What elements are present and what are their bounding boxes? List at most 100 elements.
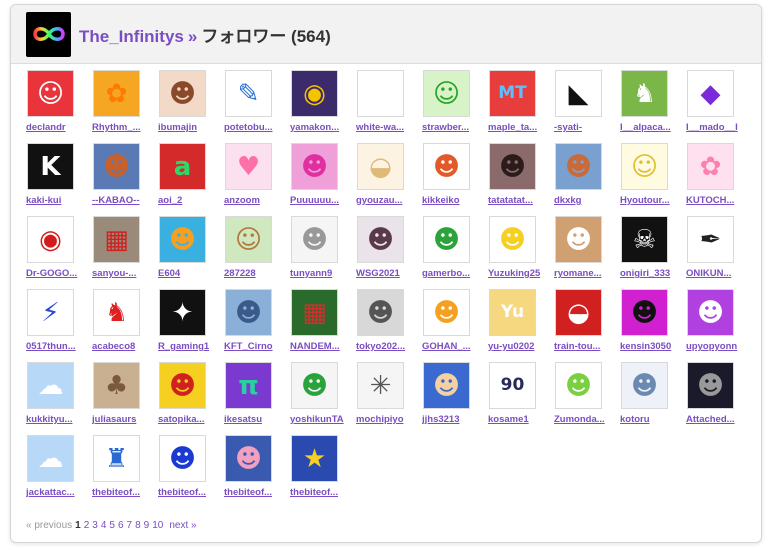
follower-item[interactable]: ☻ yoshikunTA xyxy=(290,362,356,435)
follower-avatar[interactable]: ☻ xyxy=(555,362,602,409)
follower-username[interactable]: tokyo202... xyxy=(356,341,418,352)
follower-item[interactable]: MT maple_ta... xyxy=(488,70,554,143)
follower-avatar[interactable]: ☻ xyxy=(357,216,404,263)
follower-item[interactable]: π ikesatsu xyxy=(224,362,290,435)
follower-avatar[interactable]: a xyxy=(159,143,206,190)
follower-item[interactable]: ◒ gyouzau... xyxy=(356,143,422,216)
follower-avatar[interactable]: ☻ xyxy=(555,216,602,263)
follower-avatar[interactable]: ▦ xyxy=(291,289,338,336)
follower-username[interactable]: NANDEM... xyxy=(290,341,352,352)
follower-avatar[interactable]: ☻ xyxy=(423,216,470,263)
follower-username[interactable]: aoi_2 xyxy=(158,195,220,206)
follower-username[interactable]: I__alpaca... xyxy=(620,122,682,133)
follower-item[interactable]: ☻ jjhs3213 xyxy=(422,362,488,435)
follower-username[interactable]: onigiri_333 xyxy=(620,268,682,279)
follower-avatar[interactable]: ☻ xyxy=(357,289,404,336)
follower-item[interactable]: ☁ jackattac... xyxy=(26,435,92,508)
follower-item[interactable]: ✎ potetobu... xyxy=(224,70,290,143)
follower-item[interactable]: 90 kosame1 xyxy=(488,362,554,435)
follower-item[interactable]: ☻ KFT_Cirno xyxy=(224,289,290,362)
follower-username[interactable]: Zumonda... xyxy=(554,414,616,425)
follower-avatar[interactable]: 90 xyxy=(489,362,536,409)
follower-item[interactable]: Kkaki-kui xyxy=(26,143,92,216)
follower-avatar[interactable]: ☁ xyxy=(27,362,74,409)
follower-username[interactable]: acabeco8 xyxy=(92,341,154,352)
follower-username[interactable]: satopika... xyxy=(158,414,220,425)
follower-avatar[interactable]: ♣ xyxy=(93,362,140,409)
follower-avatar[interactable]: ☻ xyxy=(687,362,734,409)
follower-username[interactable]: thebiteof... xyxy=(158,487,220,498)
follower-username[interactable]: kaki-kui xyxy=(26,195,88,206)
follower-avatar[interactable]: ☻ xyxy=(93,143,140,190)
follower-avatar[interactable]: ▦ xyxy=(93,216,140,263)
next-page-link[interactable]: next » xyxy=(169,520,196,531)
follower-item[interactable]: ☁ kukkityu... xyxy=(26,362,92,435)
follower-avatar[interactable]: π xyxy=(225,362,272,409)
infinity-logo-avatar[interactable] xyxy=(26,11,71,57)
follower-avatar[interactable]: ☺ xyxy=(225,216,272,263)
follower-item[interactable]: ♞ I__alpaca... xyxy=(620,70,686,143)
follower-avatar[interactable]: ☻ xyxy=(621,289,668,336)
follower-item[interactable]: ☻ ryomane... xyxy=(554,216,620,289)
follower-username[interactable]: juliasaurs xyxy=(92,414,154,425)
follower-avatar[interactable]: ☺ xyxy=(27,70,74,117)
follower-username[interactable]: ryomane... xyxy=(554,268,616,279)
follower-username[interactable]: kikkeiko xyxy=(422,195,484,206)
follower-avatar[interactable]: ★ xyxy=(291,435,338,482)
follower-username[interactable]: Dr-GOGO... xyxy=(26,268,88,279)
follower-username[interactable]: Puuuuuu... xyxy=(290,195,352,206)
follower-item[interactable]: ◆ I__mado__I xyxy=(686,70,752,143)
follower-username[interactable]: anzoom xyxy=(224,195,286,206)
follower-item[interactable]: ☻ --KABAO-- xyxy=(92,143,158,216)
follower-avatar[interactable]: ☻ xyxy=(555,143,602,190)
page-number-link[interactable]: 7 xyxy=(127,520,133,531)
follower-username[interactable]: strawber... xyxy=(422,122,484,133)
follower-username[interactable]: yu-yu0202 xyxy=(488,341,550,352)
follower-username[interactable]: dkxkg xyxy=(554,195,616,206)
follower-username[interactable]: KUTOCH... xyxy=(686,195,748,206)
follower-username[interactable]: yamakon... xyxy=(290,122,352,133)
follower-avatar[interactable]: ☻ xyxy=(225,289,272,336)
follower-item[interactable]: ☻ kensin3050 xyxy=(620,289,686,362)
follower-username[interactable]: KFT_Cirno xyxy=(224,341,286,352)
follower-avatar[interactable]: ☻ xyxy=(423,289,470,336)
follower-username[interactable]: ONIKUN... xyxy=(686,268,748,279)
follower-item[interactable]: ☻ upyopyonn xyxy=(686,289,752,362)
follower-username[interactable]: kosame1 xyxy=(488,414,550,425)
follower-avatar[interactable]: ✎ xyxy=(225,70,272,117)
follower-item[interactable]: ◉ yamakon... xyxy=(290,70,356,143)
follower-avatar[interactable]: ☻ xyxy=(159,70,206,117)
follower-item[interactable]: ☻ WSG2021 xyxy=(356,216,422,289)
follower-item[interactable]: ▦ sanyou-... xyxy=(92,216,158,289)
follower-item[interactable]: ☻ Attached... xyxy=(686,362,752,435)
follower-avatar[interactable]: ◣ xyxy=(555,70,602,117)
follower-username[interactable]: WSG2021 xyxy=(356,268,418,279)
follower-avatar[interactable] xyxy=(357,70,404,117)
follower-item[interactable]: ☺ declandr xyxy=(26,70,92,143)
follower-username[interactable]: jjhs3213 xyxy=(422,414,484,425)
follower-username[interactable]: potetobu... xyxy=(224,122,286,133)
follower-avatar[interactable]: ☻ xyxy=(489,143,536,190)
follower-username[interactable]: maple_ta... xyxy=(488,122,550,133)
page-number-link[interactable]: 5 xyxy=(109,520,115,531)
page-number-link[interactable]: 9 xyxy=(144,520,150,531)
follower-avatar[interactable]: ◒ xyxy=(555,289,602,336)
follower-username[interactable]: -syati- xyxy=(554,122,616,133)
follower-item[interactable]: ☻ GOHAN_... xyxy=(422,289,488,362)
follower-item[interactable]: Yu yu-yu0202 xyxy=(488,289,554,362)
follower-avatar[interactable]: K xyxy=(27,143,74,190)
follower-item[interactable]: ☻ dkxkg xyxy=(554,143,620,216)
follower-username[interactable]: tunyann9 xyxy=(290,268,352,279)
follower-username[interactable]: Attached... xyxy=(686,414,748,425)
follower-item[interactable]: ⚡ 0517thun... xyxy=(26,289,92,362)
follower-item[interactable]: ★ thebiteof... xyxy=(290,435,356,508)
follower-avatar[interactable]: ☻ xyxy=(159,362,206,409)
follower-username[interactable]: train-tou... xyxy=(554,341,616,352)
follower-username[interactable]: upyopyonn xyxy=(686,341,748,352)
follower-username[interactable]: Rhythm_... xyxy=(92,122,154,133)
follower-username[interactable]: gyouzau... xyxy=(356,195,418,206)
follower-avatar[interactable]: ☺ xyxy=(621,143,668,190)
follower-avatar[interactable]: ◒ xyxy=(357,143,404,190)
follower-avatar[interactable]: ♜ xyxy=(93,435,140,482)
follower-item[interactable]: ♜ thebiteof... xyxy=(92,435,158,508)
